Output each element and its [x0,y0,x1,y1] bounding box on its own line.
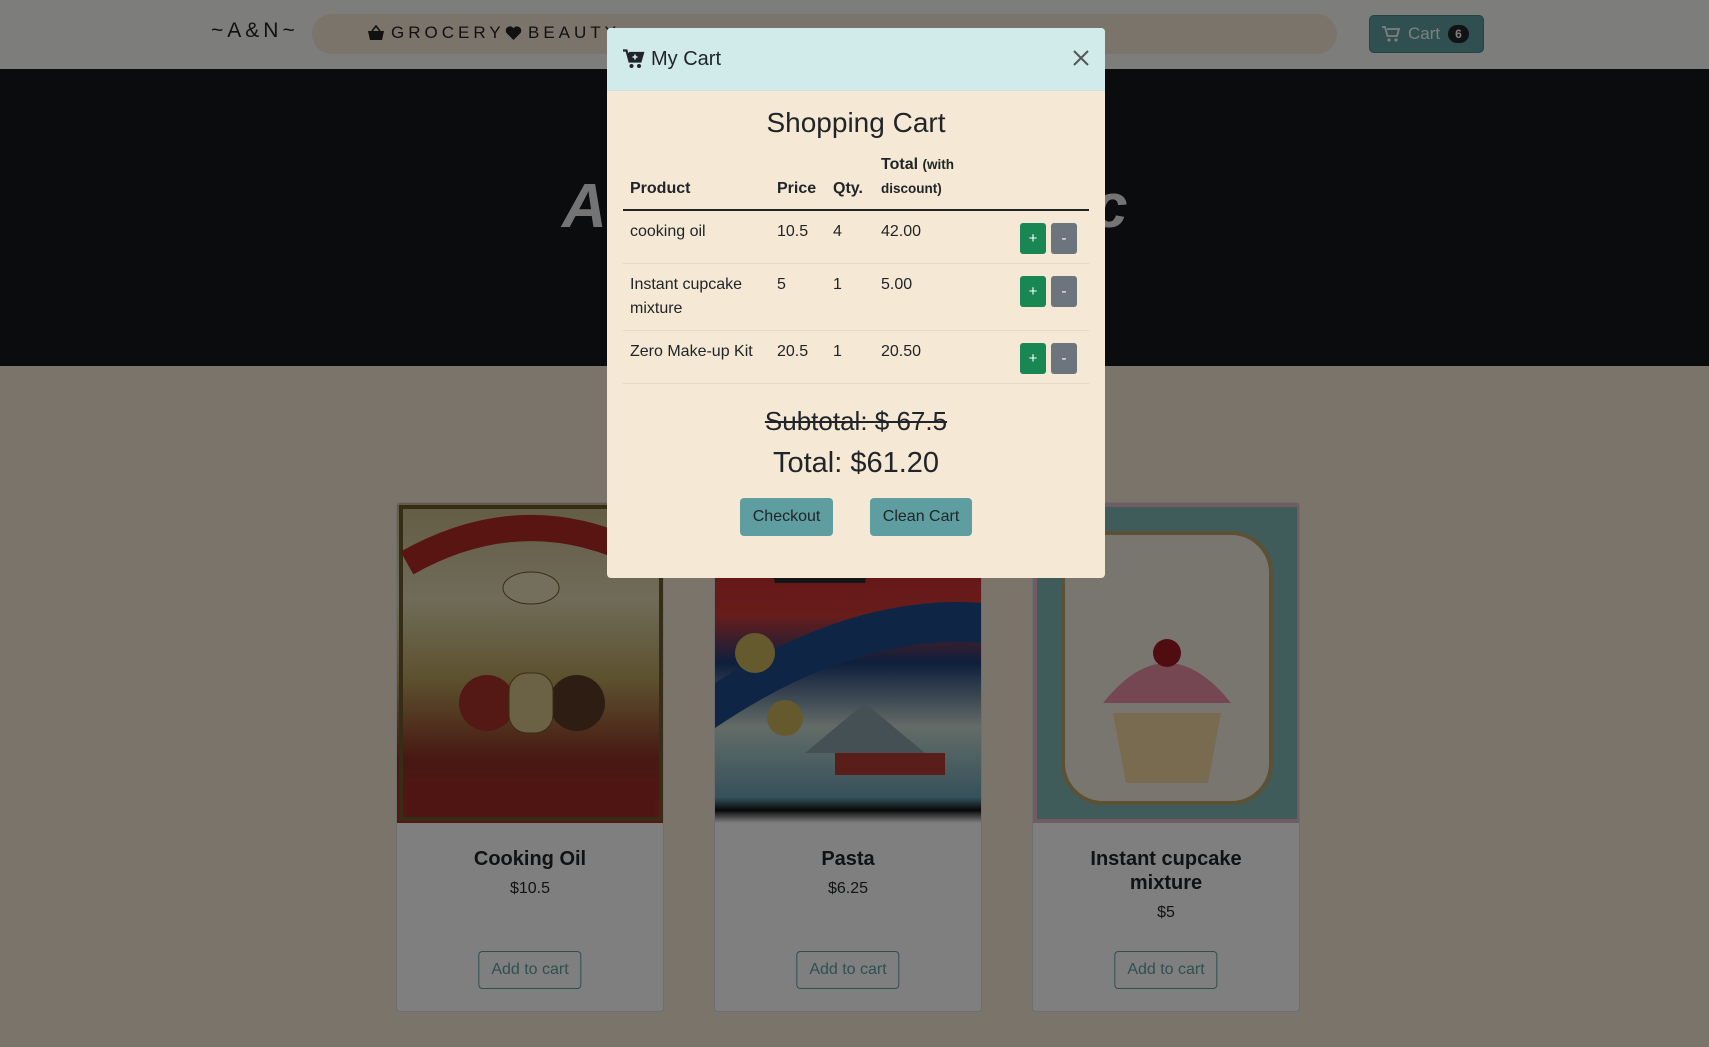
increase-qty-button[interactable]: + [1020,343,1046,374]
table-row: Instant cupcake mixture 5 1 5.00 + - [623,263,1089,331]
column-header-total-label: Total [881,156,919,173]
decrease-qty-button[interactable]: - [1051,223,1077,254]
cart-plus-icon [623,49,645,68]
modal-title-text: My Cart [651,47,721,70]
close-icon[interactable] [1069,46,1093,70]
cell-total: 5.00 [874,263,974,331]
decrease-qty-button[interactable]: - [1051,343,1077,374]
modal-actions: Checkout Clean Cart [623,498,1089,536]
clean-cart-button[interactable]: Clean Cart [869,498,973,536]
cart-heading: Shopping Cart [766,107,946,138]
column-header-actions [974,153,1089,211]
decrease-qty-button[interactable]: - [1051,276,1077,307]
column-header-qty: Qty. [826,153,874,211]
cell-qty: 4 [826,210,874,264]
total-text: Total: $61.20 [772,447,940,479]
cell-actions: + - [974,263,1089,331]
increase-qty-button[interactable]: + [1020,276,1046,307]
cell-qty: 1 [826,263,874,331]
cell-total: 42.00 [874,210,974,264]
cart-table: Product Price Qty. Total (with discount)… [623,153,1089,384]
modal-header: My Cart [607,28,1105,91]
cell-price: 10.5 [770,210,826,264]
cell-price: 20.5 [770,330,826,384]
cart-modal: My Cart Shopping Cart Product Price Qty.… [607,28,1105,578]
checkout-button[interactable]: Checkout [739,498,834,536]
column-header-price: Price [770,153,826,211]
cell-product: Instant cupcake mixture [623,263,770,331]
cell-actions: + - [974,330,1089,384]
cart-table-header: Product Price Qty. Total (with discount) [623,153,1089,211]
cell-total: 20.50 [874,330,974,384]
cell-price: 5 [770,263,826,331]
modal-title: My Cart [623,48,721,71]
subtotal-text: Subtotal: $ 67.5 [764,406,948,436]
column-header-product: Product [623,153,770,211]
cell-qty: 1 [826,330,874,384]
column-header-total: Total (with discount) [874,153,974,211]
table-row: cooking oil 10.5 4 42.00 + - [623,210,1089,264]
cell-product: Zero Make-up Kit [623,330,770,384]
cell-product: cooking oil [623,210,770,264]
cell-actions: + - [974,210,1089,264]
increase-qty-button[interactable]: + [1020,223,1046,254]
table-row: Zero Make-up Kit 20.5 1 20.50 + - [623,330,1089,384]
modal-body: Shopping Cart Product Price Qty. Total (… [607,107,1105,536]
